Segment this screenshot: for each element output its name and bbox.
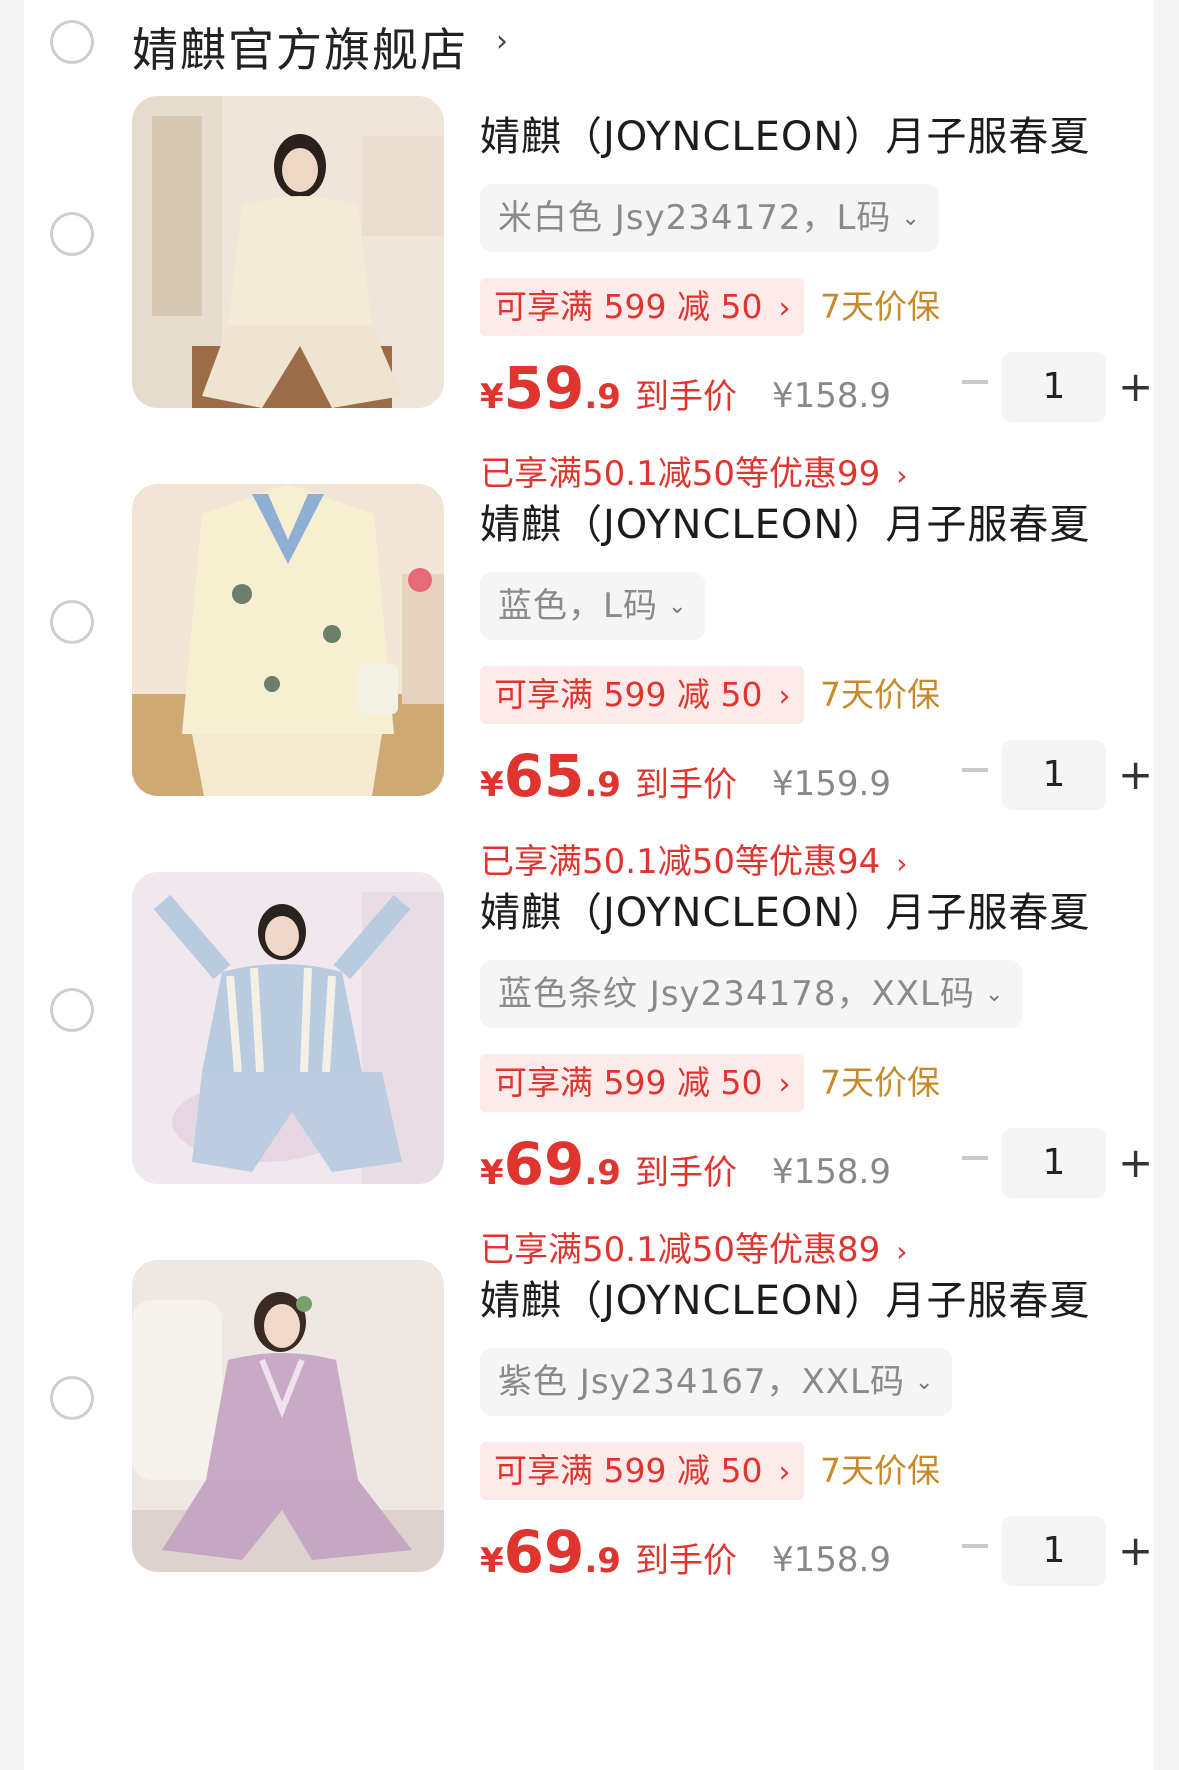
product-title[interactable]: 婧麒（JOYNCLEON）月子服春夏: [480, 1268, 1090, 1326]
store-select-radio[interactable]: [50, 20, 94, 64]
product-photo-icon: [132, 484, 444, 796]
spec-selector[interactable]: 紫色 Jsy234167，XXL码 ⌄: [480, 1348, 953, 1416]
currency-symbol: ¥: [480, 765, 504, 805]
spec-text: 蓝色，L码: [498, 586, 658, 626]
promo-chip[interactable]: 可享满 599 减 50 ›: [480, 1442, 805, 1500]
product-photo-icon: [132, 872, 444, 1184]
price-guarantee-badge: 7天价保: [820, 675, 940, 714]
price-integer: 59: [503, 354, 585, 422]
increment-button[interactable]: +: [1118, 1128, 1153, 1198]
price-decimal: .9: [584, 1541, 621, 1581]
increment-button[interactable]: +: [1118, 1516, 1153, 1586]
store-arrow-icon[interactable]: ›: [496, 24, 508, 59]
cart-item: 婧麒（JOYNCLEON）月子服春夏 紫色 Jsy234167，XXL码 ⌄ 可享…: [24, 1260, 1154, 1700]
price-guarantee-badge: 7天价保: [820, 287, 940, 326]
quantity-stepper[interactable]: 1: [1002, 740, 1106, 810]
product-thumbnail[interactable]: [132, 1260, 444, 1572]
final-price: ¥65.9 到手价: [480, 742, 737, 822]
minus-icon: [962, 1544, 988, 1548]
final-price: ¥69.9 到手价: [480, 1518, 737, 1598]
quantity-stepper[interactable]: 1: [1002, 1516, 1106, 1586]
spec-selector[interactable]: 米白色 Jsy234172，L码 ⌄: [480, 184, 939, 252]
original-price: ¥158.9: [772, 376, 891, 416]
decrement-button[interactable]: [950, 1522, 1000, 1572]
final-price: ¥69.9 到手价: [480, 1130, 737, 1210]
chevron-down-icon: ⌄: [901, 206, 921, 231]
product-thumbnail[interactable]: [132, 96, 444, 408]
original-price: ¥158.9: [772, 1152, 891, 1192]
spec-selector[interactable]: 蓝色，L码 ⌄: [480, 572, 706, 640]
promo-text: 可享满 599 减 50: [494, 1451, 763, 1490]
promo-text: 可享满 599 减 50: [494, 1063, 763, 1102]
product-title[interactable]: 婧麒（JOYNCLEON）月子服春夏: [480, 880, 1090, 938]
chevron-right-icon: ›: [778, 1455, 791, 1490]
quantity-stepper[interactable]: 1: [1002, 1128, 1106, 1198]
store-name[interactable]: 婧麒官方旗舰店: [132, 14, 468, 80]
minus-icon: [962, 768, 988, 772]
increment-button[interactable]: +: [1118, 352, 1153, 422]
original-price: ¥158.9: [772, 1540, 891, 1580]
final-price-label: 到手价: [634, 765, 737, 805]
chevron-down-icon: ⌄: [985, 982, 1005, 1007]
chevron-right-icon: ›: [778, 291, 791, 326]
decrement-button[interactable]: [950, 358, 1000, 408]
chevron-down-icon: ⌄: [667, 594, 688, 619]
product-title[interactable]: 婧麒（JOYNCLEON）月子服春夏: [480, 492, 1090, 550]
product-thumbnail[interactable]: [132, 872, 444, 1184]
final-price: ¥59.9 到手价: [480, 354, 737, 434]
price-guarantee-badge: 7天价保: [820, 1063, 940, 1102]
promo-chip[interactable]: 可享满 599 减 50 ›: [480, 1054, 805, 1112]
quantity-stepper[interactable]: 1: [1002, 352, 1106, 422]
promo-text: 可享满 599 减 50: [494, 675, 763, 714]
spec-text: 蓝色条纹 Jsy234178，XXL码: [498, 974, 975, 1014]
increment-button[interactable]: +: [1118, 740, 1153, 810]
promo-chip[interactable]: 可享满 599 减 50 ›: [480, 278, 805, 336]
currency-symbol: ¥: [480, 1541, 504, 1581]
product-thumbnail[interactable]: [132, 484, 444, 796]
store-header[interactable]: 婧麒官方旗舰店 ›: [24, 0, 1154, 90]
promo-text: 可享满 599 减 50: [494, 287, 763, 326]
chevron-right-icon: ›: [778, 679, 791, 714]
spec-text: 米白色 Jsy234172，L码: [498, 198, 892, 238]
product-photo-icon: [132, 96, 444, 408]
cart-store-card: 婧麒官方旗舰店 › 婧麒（JOYNCLEON）月子服春夏 米白色 Jsy2341…: [24, 0, 1154, 1770]
price-decimal: .9: [584, 765, 621, 805]
cart-item: 婧麒（JOYNCLEON）月子服春夏 米白色 Jsy234172，L码 ⌄ 可享满…: [24, 96, 1154, 536]
cart-item: 婧麒（JOYNCLEON）月子服春夏 蓝色，L码 ⌄ 可享满 599 减 50 › …: [24, 484, 1154, 924]
currency-symbol: ¥: [480, 1153, 504, 1193]
decrement-button[interactable]: [950, 1134, 1000, 1184]
promo-chip[interactable]: 可享满 599 减 50 ›: [480, 666, 805, 724]
chevron-down-icon: ⌄: [915, 1370, 935, 1395]
minus-icon: [962, 1156, 988, 1160]
original-price: ¥159.9: [772, 764, 891, 804]
item-select-radio[interactable]: [50, 1376, 94, 1420]
currency-symbol: ¥: [480, 377, 504, 417]
minus-icon: [962, 380, 988, 384]
price-integer: 65: [503, 742, 585, 810]
price-decimal: .9: [584, 377, 621, 417]
decrement-button[interactable]: [950, 746, 1000, 796]
item-select-radio[interactable]: [50, 212, 94, 256]
item-select-radio[interactable]: [50, 988, 94, 1032]
final-price-label: 到手价: [634, 1153, 737, 1193]
final-price-label: 到手价: [634, 377, 737, 417]
price-integer: 69: [503, 1518, 585, 1586]
price-guarantee-badge: 7天价保: [820, 1451, 940, 1490]
product-title[interactable]: 婧麒（JOYNCLEON）月子服春夏: [480, 104, 1090, 162]
cart-item: 婧麒（JOYNCLEON）月子服春夏 蓝色条纹 Jsy234178，XXL码 ⌄ …: [24, 872, 1154, 1312]
final-price-label: 到手价: [634, 1541, 737, 1581]
item-select-radio[interactable]: [50, 600, 94, 644]
product-photo-icon: [132, 1260, 444, 1572]
price-integer: 69: [503, 1130, 585, 1198]
price-decimal: .9: [584, 1153, 621, 1193]
chevron-right-icon: ›: [778, 1067, 791, 1102]
spec-text: 紫色 Jsy234167，XXL码: [498, 1362, 905, 1402]
spec-selector[interactable]: 蓝色条纹 Jsy234178，XXL码 ⌄: [480, 960, 1023, 1028]
